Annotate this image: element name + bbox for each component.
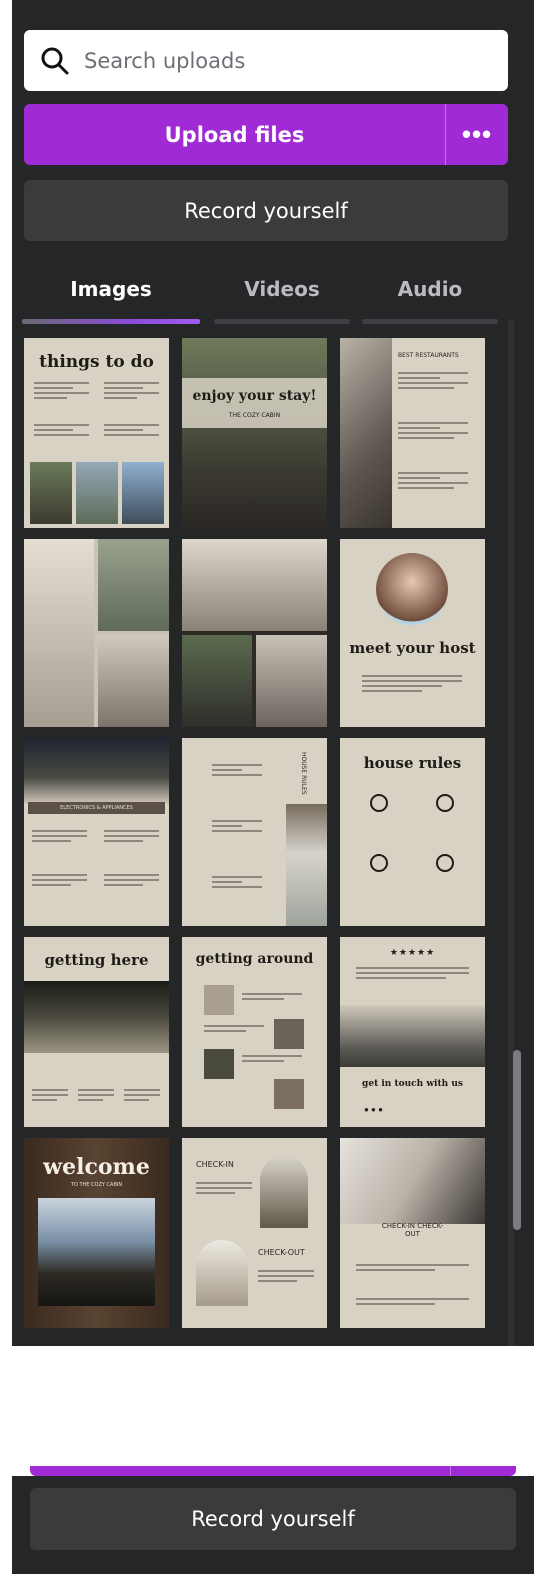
tab-images-indicator xyxy=(22,319,200,324)
tab-audio[interactable]: Audio xyxy=(362,270,498,326)
thumbnail-interior-collage[interactable] xyxy=(182,539,327,727)
record-yourself-button-bottom[interactable]: Record yourself xyxy=(30,1488,516,1550)
thumbnail-electronics-appliances[interactable]: ELECTRONICS & APPLIANCES xyxy=(24,738,169,926)
upload-files-button[interactable]: Upload files xyxy=(24,104,446,165)
thumbnail-get-in-touch[interactable]: ★★★★★ get in touch with us ● ● ● xyxy=(340,937,485,1127)
upload-files-button-edge[interactable] xyxy=(30,1466,516,1476)
tab-images-label: Images xyxy=(70,277,152,301)
thumbnail-subtitle: CHECK-OUT xyxy=(258,1248,305,1257)
thumbnail-title: CHECK-IN CHECK-OUT xyxy=(381,1222,444,1238)
thumbnail-title: getting here xyxy=(44,951,149,969)
search-input[interactable] xyxy=(84,48,464,73)
thumbnail-title: enjoy your stay! xyxy=(192,388,317,404)
thumbnail-title: CHECK-IN xyxy=(196,1160,234,1169)
thumbnail-best-restaurants[interactable]: BEST RESTAURANTS xyxy=(340,338,485,528)
thumbnail-title: welcome xyxy=(43,1154,150,1180)
search-icon xyxy=(41,47,69,74)
tab-videos-label: Videos xyxy=(244,277,320,301)
thumbnail-enjoy-your-stay[interactable]: enjoy your stay! THE COZY CABIN xyxy=(182,338,327,528)
tab-audio-indicator xyxy=(362,319,498,324)
thumbnail-getting-around[interactable]: getting around xyxy=(182,937,327,1127)
thumbnail-title: HOUSE RULES xyxy=(300,752,307,795)
search-box[interactable] xyxy=(24,30,508,91)
thumbnail-title: things to do xyxy=(39,352,154,372)
thumbnail-title: getting around xyxy=(195,951,314,967)
record-yourself-button[interactable]: Record yourself xyxy=(24,180,508,241)
tab-audio-label: Audio xyxy=(397,277,463,301)
thumbnail-title: get in touch with us xyxy=(362,1079,463,1089)
thumbnail-welcome[interactable]: welcome TO THE COZY CABIN xyxy=(24,1138,169,1328)
thumbnail-things-to-do[interactable]: things to do xyxy=(24,338,169,528)
thumbnail-subtitle: THE COZY CABIN xyxy=(228,412,281,419)
grid-scrollbar[interactable] xyxy=(513,1050,521,1230)
thumbnail-house-rules[interactable]: house rules xyxy=(340,738,485,926)
thumbnail-rating: ★★★★★ xyxy=(389,947,436,957)
tab-images[interactable]: Images xyxy=(22,270,200,326)
thumbnail-getting-here[interactable]: getting here xyxy=(24,937,169,1127)
more-options-button[interactable]: ••• xyxy=(446,104,508,165)
thumbnail-cabin-collage[interactable] xyxy=(24,539,169,727)
thumbnail-check-in-out[interactable]: CHECK-IN CHECK-OUT xyxy=(182,1138,327,1328)
tab-videos[interactable]: Videos xyxy=(214,270,350,326)
thumbnail-meet-your-host[interactable]: meet your host xyxy=(340,539,485,727)
thumbnail-title: house rules xyxy=(363,754,462,772)
thumbnail-check-in-check-out[interactable]: CHECK-IN CHECK-OUT xyxy=(340,1138,485,1328)
thumbnail-grid: things to do enjoy your stay! THE COZY C… xyxy=(24,338,485,1328)
tab-videos-indicator xyxy=(214,319,350,324)
thumbnail-numbered-rules[interactable]: HOUSE RULES xyxy=(182,738,327,926)
media-tabs: Images Videos Audio xyxy=(22,270,512,326)
thumbnail-title: BEST RESTAURANTS xyxy=(398,352,459,359)
thumbnail-title: meet your host xyxy=(349,639,476,657)
thumbnail-subtitle: TO THE COZY CABIN xyxy=(70,1182,123,1188)
upload-files-group: Upload files ••• xyxy=(24,104,508,165)
thumbnail-title: ELECTRONICS & APPLIANCES xyxy=(28,802,165,814)
